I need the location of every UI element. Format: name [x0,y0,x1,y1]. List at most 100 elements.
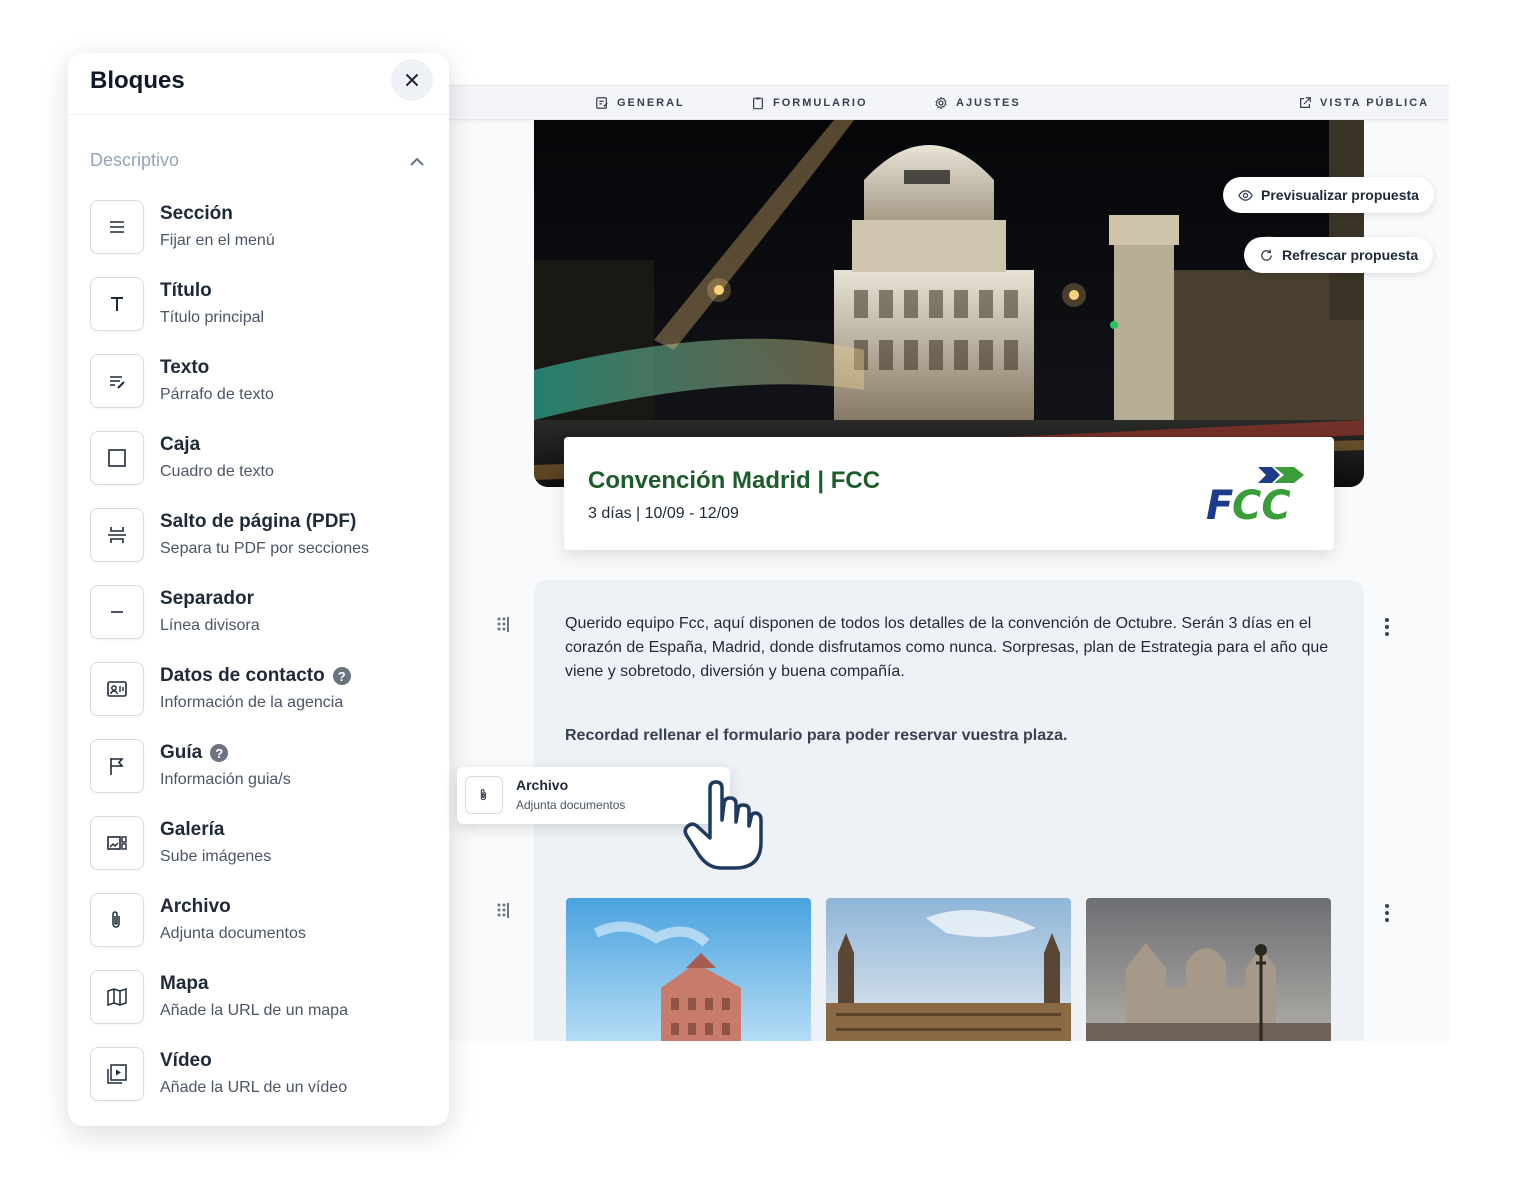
block-icon-box [90,1047,144,1101]
minus-icon [111,611,123,613]
block-label: Galería [160,819,224,841]
block-item-caja[interactable]: Caja Cuadro de texto [90,431,430,491]
refresh-proposal-label: Refrescar propuesta [1282,247,1419,263]
block-label: Vídeo [160,1050,212,1072]
block-label-text: Texto [160,357,210,378]
plaza-mayor-photo [826,898,1071,1041]
block-subtitle: Información guia/s [160,771,291,788]
block-icon-box [90,662,144,716]
block-icon-box [90,585,144,639]
text-edit-icon [110,376,125,389]
block-icon-box [90,739,144,793]
block-item-separador[interactable]: Separador Línea divisora [90,585,430,645]
nav-general-label: GENERAL [617,97,685,109]
block-icon-box [90,200,144,254]
clipboard-icon [753,97,763,110]
section-descriptivo-header[interactable]: Descriptivo [90,150,179,171]
block-label: Datos de contacto? [160,665,351,687]
block-subtitle: Añade la URL de un vídeo [160,1079,348,1096]
top-navigation: GENERAL FORMULARIO AJUSTES VISTA PÚBLICA [440,86,1449,120]
nav-ajustes[interactable]: AJUSTES [934,96,1021,110]
square-icon [108,449,126,467]
block-label-text: Mapa [160,973,209,994]
edit-doc-icon [596,97,608,109]
block-icon-box [90,431,144,485]
drag-handle-icon[interactable] [496,616,510,634]
title-t-icon [111,297,123,311]
more-options-icon[interactable] [1384,617,1390,637]
sidebar-title: Bloques [90,67,185,94]
block-label: Mapa [160,973,209,995]
block-item-mapa[interactable]: Mapa Añade la URL de un mapa [90,970,430,1030]
building-photo-1 [566,898,811,1041]
block-icon-box [90,893,144,947]
sidebar-divider [68,114,449,115]
fcc-logo: F CC [1206,467,1304,523]
preview-proposal-button[interactable]: Previsualizar propuesta [1223,177,1434,213]
block-item-seccion[interactable]: Sección Fijar en el menú [90,200,430,260]
nav-formulario-label: FORMULARIO [773,97,868,109]
nav-vista-publica[interactable]: VISTA PÚBLICA [1298,96,1429,110]
block-label-text: Guía [160,742,203,763]
block-icon-box [90,277,144,331]
gallery-image[interactable] [566,898,811,1041]
block-label-text: Sección [160,203,233,224]
hand-pointer-icon [683,780,763,870]
gallery-icon [107,836,127,850]
almudena-cathedral-photo [1086,898,1331,1041]
block-label: Sección [160,203,233,225]
help-icon[interactable]: ? [332,667,351,685]
block-label: Guía? [160,742,229,764]
gallery-image[interactable] [1086,898,1331,1041]
block-subtitle: Separa tu PDF por secciones [160,540,369,557]
block-icon-box [90,354,144,408]
paperclip-icon [480,789,486,801]
close-sidebar-button[interactable] [391,59,433,101]
paperclip-icon [112,911,120,928]
block-label-text: Vídeo [160,1050,212,1071]
block-item-galeria[interactable]: Galería Sube imágenes [90,816,430,876]
block-label: Separador [160,588,254,610]
block-item-titulo[interactable]: Título Título principal [90,277,430,337]
block-item-salto-pagina[interactable]: Salto de página (PDF) Separa tu PDF por … [90,508,430,568]
block-item-video[interactable]: Vídeo Añade la URL de un vídeo [90,1047,430,1107]
gear-icon [935,96,947,110]
drag-card-icon-box [465,776,503,814]
block-label-text: Datos de contacto [160,665,325,686]
block-label-text: Archivo [160,896,231,917]
page-break-icon [108,527,126,543]
block-label: Título [160,280,212,302]
block-subtitle: Párrafo de texto [160,386,274,403]
block-subtitle: Línea divisora [160,617,260,634]
chevron-up-icon[interactable] [409,154,425,170]
help-icon[interactable]: ? [210,744,229,762]
close-icon [406,74,418,86]
gallery-image[interactable] [826,898,1071,1041]
block-icon-box [90,508,144,562]
block-item-texto[interactable]: Texto Párrafo de texto [90,354,430,414]
drag-handle-icon[interactable] [496,902,510,920]
nav-ajustes-label: AJUSTES [956,97,1021,109]
drag-card-label: Archivo [516,777,569,793]
proposal-editor: GENERAL FORMULARIO AJUSTES VISTA PÚBLICA [440,85,1449,1041]
fcc-logo-letters-cc: CC [1232,483,1291,523]
block-item-archivo[interactable]: Archivo Adjunta documentos [90,893,430,953]
reminder-text: Recordad rellenar el formulario para pod… [565,727,1068,744]
block-label-text: Separador [160,588,254,609]
block-subtitle: Añade la URL de un mapa [160,1002,348,1019]
refresh-icon [1261,249,1272,261]
nav-general[interactable]: GENERAL [595,96,685,110]
event-dates: 3 días | 10/09 - 12/09 [588,505,739,522]
eye-icon [1238,189,1253,201]
nav-vista-publica-label: VISTA PÚBLICA [1320,97,1430,109]
map-icon [107,987,127,1007]
block-item-datos-contacto[interactable]: Datos de contacto? Información de la age… [90,662,430,722]
contact-card-icon [107,681,127,697]
hero-image [534,120,1364,487]
flag-icon [110,758,124,775]
nav-formulario[interactable]: FORMULARIO [751,96,868,110]
block-item-guia[interactable]: Guía? Información guia/s [90,739,430,799]
refresh-proposal-button[interactable]: Refrescar propuesta [1244,237,1434,273]
block-label-text: Caja [160,434,201,455]
more-options-icon[interactable] [1384,903,1390,923]
